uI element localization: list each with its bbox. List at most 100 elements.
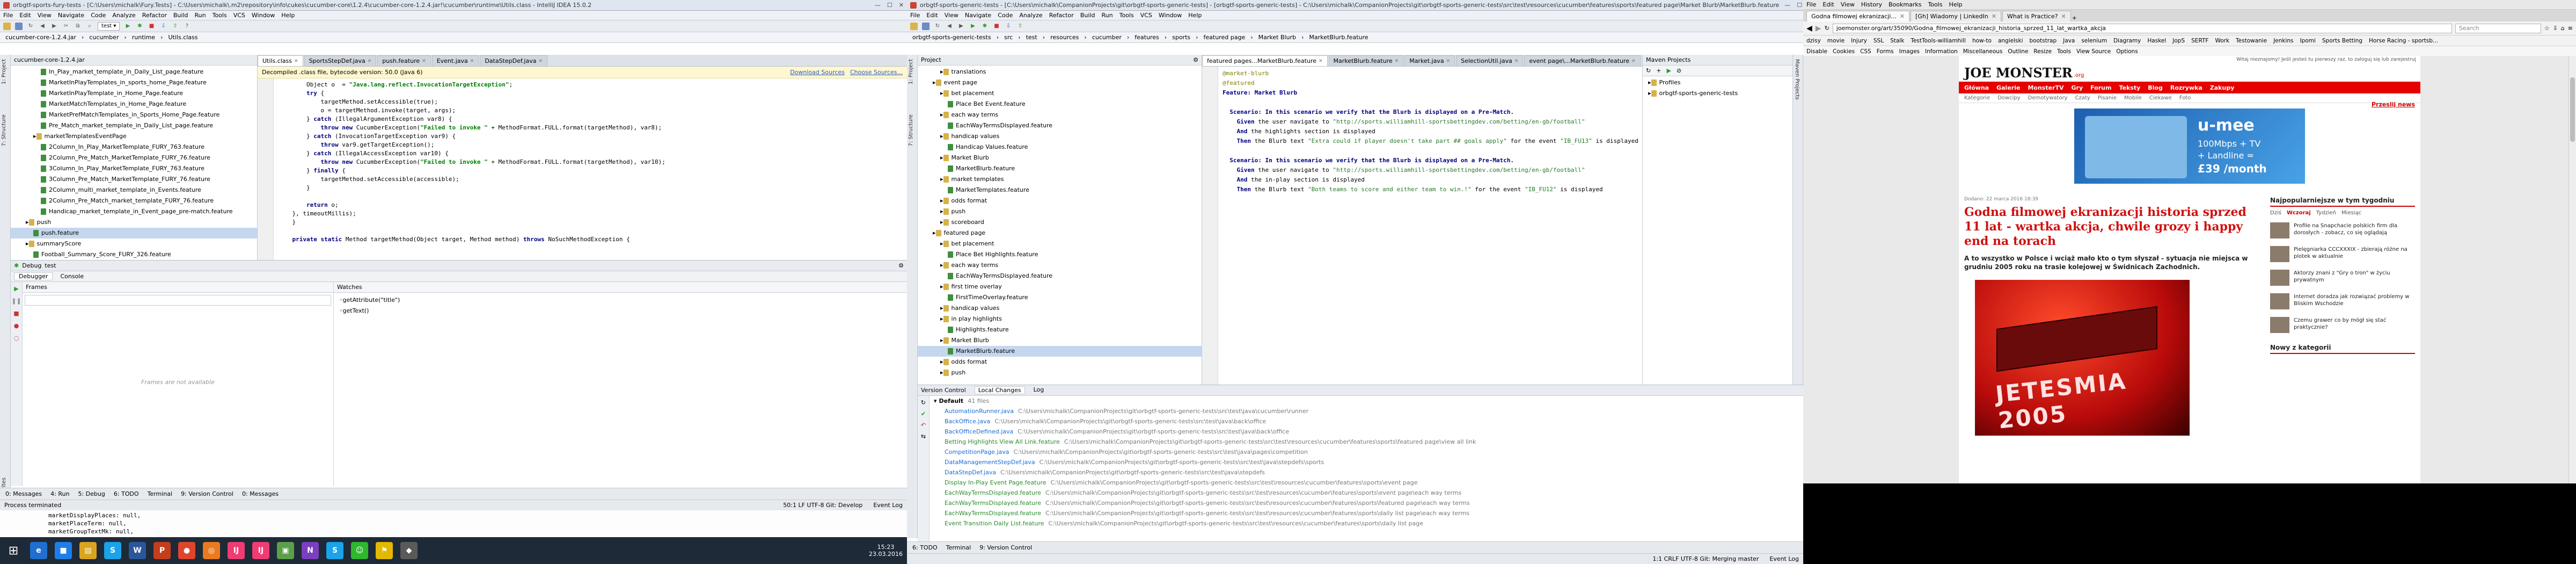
vcs-update-icon[interactable]: ⇩ — [159, 23, 167, 30]
minimize-icon[interactable]: — — [1784, 2, 1790, 9]
rollback-icon[interactable]: ↶ — [921, 422, 926, 429]
tree-item[interactable]: MarketBlurb.feature — [918, 163, 1202, 174]
dev-toolbar-item[interactable]: Images — [1899, 48, 1920, 55]
menu-item-navigate[interactable]: Navigate — [58, 12, 84, 19]
menu-item-help[interactable]: Help — [281, 12, 295, 19]
advert-banner[interactable]: u-mee 100Mbps + TV + Landline = £39 /mon… — [2074, 109, 2305, 184]
bookmark-item[interactable]: Jenkins — [2273, 38, 2293, 44]
run-maven-icon[interactable]: ▶ — [1666, 67, 1671, 74]
menu-item-build[interactable]: Build — [173, 12, 188, 19]
site-nav-item[interactable]: Teksty — [2119, 84, 2140, 91]
event-log-link[interactable]: Event Log — [1769, 555, 1799, 562]
bookmark-item[interactable]: Java — [2063, 38, 2075, 44]
tree-item[interactable]: 3Column_In_Play_MarketTemplate_FURY_763.… — [11, 163, 257, 174]
expand-arrow-icon[interactable]: ▸ — [940, 110, 943, 120]
tree-item[interactable]: Football_Summary_Score_FURY_326.feature — [11, 249, 257, 260]
expand-arrow-icon[interactable]: ▸ — [940, 335, 943, 346]
tree-item[interactable]: ▸ marketTemplatesEventPage — [11, 131, 257, 142]
stop-icon[interactable]: ■ — [148, 23, 155, 30]
tree-item[interactable]: Place Bet Highlights.feature — [918, 249, 1202, 260]
dev-toolbar-item[interactable]: Outline — [2008, 48, 2028, 55]
bookmark-item[interactable]: Haskel — [2147, 38, 2166, 44]
maven-item[interactable]: ▸ Profiles — [1646, 77, 1789, 88]
expand-arrow-icon[interactable]: ▸ — [940, 174, 943, 185]
taskbar-app-icon[interactable]: ◆ — [400, 542, 418, 559]
bookmark-item[interactable]: dzisy — [1806, 38, 1821, 44]
sidebar-item[interactable]: Profile na Snapchacie polskich firm dla … — [2270, 222, 2415, 238]
open-folder-icon[interactable] — [910, 22, 918, 30]
dev-toolbar-item[interactable]: Miscellaneous — [1963, 48, 2003, 55]
watch-item[interactable]: ◦ getAttribute("title") — [339, 295, 902, 306]
bookmark-item[interactable]: movie — [1827, 38, 1845, 44]
close-icon[interactable]: ✕ — [294, 59, 298, 64]
site-subnav-item[interactable]: Ciekawe — [2149, 95, 2172, 101]
bookmark-item[interactable]: Diagramy — [2113, 38, 2141, 44]
copy-icon[interactable]: ⧉ — [74, 23, 82, 30]
expand-arrow-icon[interactable]: ▸ — [26, 217, 29, 228]
vc-file-row[interactable]: EachWayTermsDisplayed.feature C:\Users\mi… — [918, 488, 1803, 498]
breadcrumb-item[interactable]: featured page — [1202, 34, 1248, 41]
tool-window-tab[interactable]: 0: Messages — [242, 490, 279, 497]
tree-item[interactable]: ▸ summaryScore — [11, 238, 257, 249]
taskbar-app-icon[interactable]: ◎ — [203, 542, 220, 559]
window-titlebar[interactable]: orbgtf-sports-fury-tests - [C:\Users\mic… — [0, 0, 907, 11]
editor-tab[interactable]: push.feature ✕ — [377, 55, 431, 66]
debug-icon[interactable]: ✱ — [136, 23, 143, 30]
vc-tab[interactable]: Local Changes — [974, 386, 1025, 394]
site-subnav-item[interactable]: Dowcipy — [1997, 95, 2021, 101]
tree-item[interactable]: 3Column_Pre_Match_MarketTemplate_FURY_76… — [11, 174, 257, 185]
taskbar-app-icon[interactable]: e — [30, 542, 47, 559]
menu-item-view[interactable]: View — [1841, 1, 1855, 8]
download-sources-link[interactable]: Download Sources — [790, 69, 845, 76]
save-icon[interactable] — [922, 22, 930, 30]
site-nav-item[interactable]: MonsterTV — [2028, 84, 2063, 91]
tree-item[interactable]: ▸ event page — [918, 77, 1202, 88]
menu-item-tools[interactable]: Tools — [1928, 1, 1942, 8]
vc-file-row[interactable]: EachWayTermsDisplayed.feature C:\Users\mi… — [918, 508, 1803, 518]
project-tool-tab[interactable]: 1: Project — [0, 55, 8, 89]
expand-arrow-icon[interactable]: ▸ — [940, 303, 943, 314]
help-icon[interactable]: ? — [183, 23, 191, 30]
site-subnav-item[interactable]: Foto — [2179, 95, 2191, 101]
add-icon[interactable]: + — [1656, 67, 1661, 74]
page-scrollbar[interactable] — [2568, 56, 2576, 483]
save-icon[interactable] — [15, 22, 23, 30]
tree-item[interactable]: ▸ handicap values — [918, 131, 1202, 142]
scrollbar-thumb[interactable] — [2570, 77, 2575, 142]
search-box[interactable]: Search — [2455, 23, 2541, 33]
tool-window-tab[interactable]: Terminal — [148, 490, 173, 497]
close-icon[interactable]: ✕ — [899, 2, 904, 9]
tree-item[interactable]: ▸ Market Blurb — [918, 153, 1202, 163]
breadcrumb-item[interactable]: cucumber — [1090, 34, 1124, 41]
site-subnav-item[interactable]: Kategorie — [1964, 95, 1990, 101]
breadcrumb-item[interactable]: cucumber — [87, 34, 121, 41]
back-icon[interactable]: ◀ — [946, 23, 953, 30]
mute-breakpoints-icon[interactable]: ○ — [14, 335, 19, 342]
site-nav-item[interactable]: Zakupy — [2210, 84, 2235, 91]
vc-file-row[interactable]: AutomationRunner.java C:\Users\michalk\Co… — [918, 406, 1803, 416]
bookmark-item[interactable]: Sports Betting — [2322, 38, 2362, 44]
tree-item[interactable]: MarketTemplates.feature — [918, 185, 1202, 196]
tree-item[interactable]: MarketInPlayTemplates_in_sports_home_Pag… — [11, 77, 257, 88]
debug-subtab[interactable]: Console — [56, 273, 88, 280]
open-folder-icon[interactable] — [3, 22, 11, 30]
forward-icon[interactable]: ▶ — [1816, 24, 1821, 33]
tree-item[interactable]: ▸ push — [918, 206, 1202, 217]
reload-icon[interactable]: ↻ — [1825, 25, 1829, 32]
bookmark-star-icon[interactable]: ☆ — [2544, 25, 2550, 32]
sidebar-item[interactable]: Czemu grawer co by mógł się stać praktyc… — [2270, 317, 2415, 333]
expand-arrow-icon[interactable]: ▸ — [940, 260, 943, 271]
vc-file-row[interactable]: Betting Highlights View All Link.feature… — [918, 437, 1803, 447]
sync-icon[interactable]: ↻ — [27, 23, 34, 30]
sidebar-item[interactable]: Pielęgniarka CCCXXXIX - zbierają różne n… — [2270, 246, 2415, 262]
menu-item-view[interactable]: View — [945, 12, 958, 19]
event-log-link[interactable]: Event Log — [873, 502, 903, 509]
bookmark-item[interactable]: SSL — [1874, 38, 1884, 44]
menu-item-analyze[interactable]: Analyze — [112, 12, 135, 19]
expand-arrow-icon[interactable]: ▸ — [1648, 77, 1651, 88]
taskbar-app-icon[interactable]: S — [326, 542, 343, 559]
vc-file-row[interactable]: BackOffice.java C:\Users\michalk\Companio… — [918, 416, 1803, 426]
bookmark-item[interactable]: bootstrap — [2030, 38, 2057, 44]
vcs-update-icon[interactable]: ⇩ — [1005, 23, 1012, 30]
tree-item[interactable]: ▸ push — [11, 217, 257, 228]
